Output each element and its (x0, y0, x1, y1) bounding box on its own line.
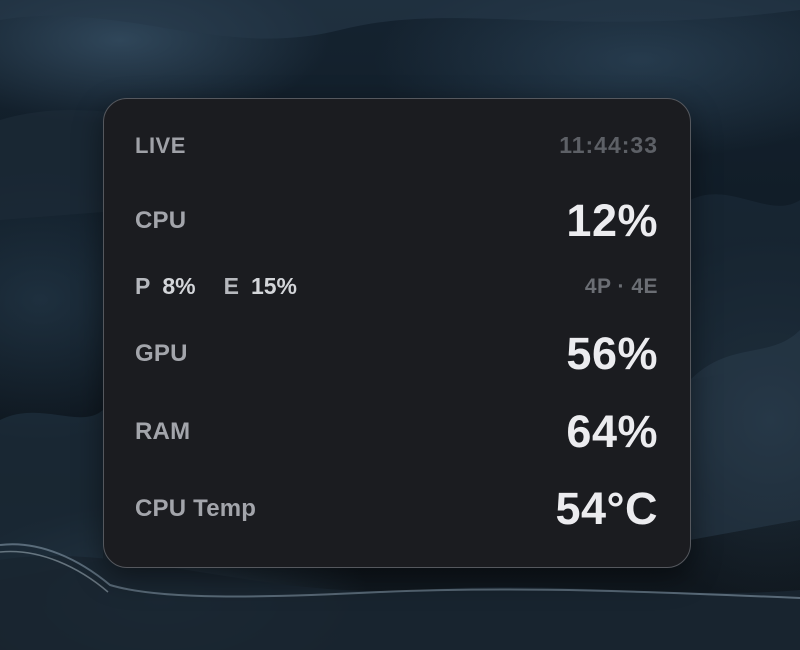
cpu-temp-label: CPU Temp (135, 495, 257, 522)
gpu-label: GPU (135, 340, 188, 367)
cpu-temp-value: 54°C (555, 483, 658, 534)
cpu-label: CPU (135, 207, 187, 234)
system-stats-widget: LIVE 11:44:33 CPU 12% P 8% E 15% 4P · 4E… (103, 98, 691, 568)
core-breakdown-row: P 8% E 15% 4P · 4E (135, 273, 658, 300)
ram-value: 64% (566, 406, 658, 457)
cpu-row: CPU 12% (135, 195, 658, 247)
ram-label: RAM (135, 418, 191, 445)
ram-row: RAM 64% (135, 406, 658, 458)
e-core-value: 15% (250, 273, 297, 299)
core-usage: P 8% E 15% (135, 273, 297, 300)
core-cluster-info: 4P · 4E (584, 274, 658, 298)
clock-time: 11:44:33 (559, 132, 658, 158)
e-core-label: E (223, 273, 239, 299)
p-core-value: 8% (162, 273, 196, 299)
gpu-value: 56% (566, 328, 658, 379)
cpu-temp-row: CPU Temp 54°C (135, 483, 658, 535)
cpu-value: 12% (566, 195, 658, 246)
widget-header: LIVE 11:44:33 (135, 132, 658, 159)
gpu-row: GPU 56% (135, 328, 658, 380)
live-indicator: LIVE (135, 132, 186, 158)
p-core-label: P (135, 273, 151, 299)
